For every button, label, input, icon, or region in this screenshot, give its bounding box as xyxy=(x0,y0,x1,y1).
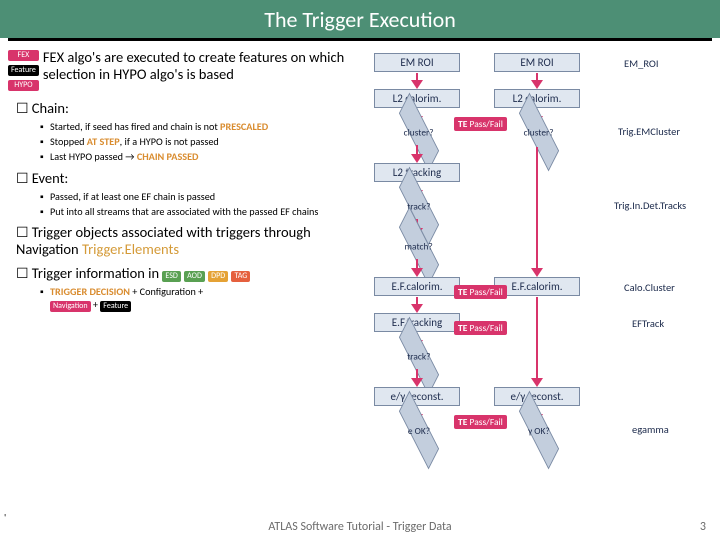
arrow-head-icon xyxy=(411,154,423,163)
arrow-head-icon xyxy=(411,268,423,277)
ef-calorim-box: E.F.calorim. xyxy=(374,277,460,296)
fex-pill: FEX xyxy=(8,50,39,61)
aod-pill: AOD xyxy=(184,271,205,282)
ef-tracking-box: E.F.tracking xyxy=(374,313,460,332)
esd-pill: ESD xyxy=(162,271,180,282)
event-list: Passed, if at least one EF chain is pass… xyxy=(40,190,360,218)
chain-list: Started, if seed has fired and chain is … xyxy=(40,120,360,163)
trigtrk-label: Trig.In.Det.Tracks xyxy=(614,199,686,212)
arrow-head-icon xyxy=(531,378,543,387)
chain-item: Stopped AT STEP, if a HYPO is not passed xyxy=(40,135,360,148)
l2-calorim-box: L2 calorim. xyxy=(374,89,460,108)
intro-text: FEX algo's are executed to create featur… xyxy=(43,49,360,91)
te-badge: TE Pass/Fail xyxy=(454,285,507,299)
te-badge: TE TE Pass/FailPass/Fail xyxy=(454,117,507,131)
event-block: Event: Passed, if at least one EF chain … xyxy=(16,169,360,218)
chain-item: Started, if seed has fired and chain is … xyxy=(40,120,360,133)
arrow-line xyxy=(536,297,538,355)
chain-block: Chain: Started, if seed has fired and ch… xyxy=(16,99,360,163)
info-heading: Trigger information in ESD AOD DPD TAG xyxy=(16,264,360,282)
te-badge: TE Pass/Fail xyxy=(454,321,507,335)
arrow-line xyxy=(536,147,538,269)
feature-pill-2: Feature xyxy=(100,301,131,312)
trigger-elements-link[interactable]: Trigger.Elements xyxy=(82,240,179,258)
em-roi-box: EM ROI xyxy=(374,53,460,72)
arrow-line xyxy=(536,355,538,379)
nav-heading: Trigger objects associated with triggers… xyxy=(16,224,360,258)
track-decision: track? xyxy=(388,345,450,367)
eok-decision: e OK? xyxy=(388,419,450,441)
event-heading: Event: xyxy=(16,169,360,187)
calocluster-label: Calo.Cluster xyxy=(624,281,675,294)
track-decision: track? xyxy=(388,195,450,217)
content: FEX Feature HYPO FEX algo's are executed… xyxy=(0,47,720,316)
recon-box: e/γ reconst. xyxy=(494,387,580,406)
te-badge: TE Pass/Fail xyxy=(454,415,507,429)
info-item: TRIGGER DECISION + Configuration + Navig… xyxy=(40,285,360,312)
page-title: The Trigger Execution xyxy=(264,6,456,33)
intro-block: FEX Feature HYPO FEX algo's are executed… xyxy=(8,49,360,91)
event-item: Put into all streams that are associated… xyxy=(40,205,360,218)
title-underline xyxy=(8,38,712,41)
nav-block: Trigger objects associated with triggers… xyxy=(16,224,360,258)
ef-calorim-box: E.F.calorim. xyxy=(494,277,580,296)
tag-pill: TAG xyxy=(231,271,250,282)
em-roi-box: EM ROI xyxy=(494,53,580,72)
arrow-head-icon xyxy=(531,268,543,277)
emroi-label: EM_ROI xyxy=(624,57,659,70)
feature-pill: Feature xyxy=(8,65,39,76)
arrow-head-icon xyxy=(411,80,423,89)
match-decision: match? xyxy=(388,235,450,257)
page-number: 3 xyxy=(700,520,706,534)
trigem-label: Trig.EMCluster xyxy=(618,125,680,138)
info-list: TRIGGER DECISION + Configuration + Navig… xyxy=(40,285,360,312)
cluster-decision: cluster? xyxy=(508,121,570,143)
title-bar: The Trigger Execution xyxy=(0,0,720,38)
left-column: FEX Feature HYPO FEX algo's are executed… xyxy=(4,47,360,316)
arrow-head-icon xyxy=(531,80,543,89)
recon-box: e/γ reconst. xyxy=(374,387,460,406)
dpd-pill: DPD xyxy=(208,271,228,282)
arrow-head-icon xyxy=(411,304,423,313)
chain-heading: Chain: xyxy=(16,99,360,117)
nav-pill: Navigation xyxy=(50,301,91,312)
l2-tracking-box: L2 tracking xyxy=(374,163,460,182)
diagram: EM ROI EM ROI EM_ROI L2 calorim. L2 calo… xyxy=(360,47,716,316)
gok-decision: γ OK? xyxy=(508,419,570,441)
hypo-pill: HYPO xyxy=(8,80,39,91)
info-block: Trigger information in ESD AOD DPD TAG T… xyxy=(16,264,360,312)
intro-labels: FEX Feature HYPO xyxy=(8,50,39,91)
footer-text: ATLAS Software Tutorial - Trigger Data xyxy=(0,520,720,534)
eftrack-label: EFTrack xyxy=(632,317,664,330)
event-item: Passed, if at least one EF chain is pass… xyxy=(40,190,360,203)
cluster-decision: cluster? xyxy=(388,121,450,143)
arrow-head-icon xyxy=(411,378,423,387)
l2-calorim-box: L2 calorim. xyxy=(494,89,580,108)
chain-item: Last HYPO passed → CHAIN PASSED xyxy=(40,150,360,163)
egamma-label: egamma xyxy=(632,423,669,436)
